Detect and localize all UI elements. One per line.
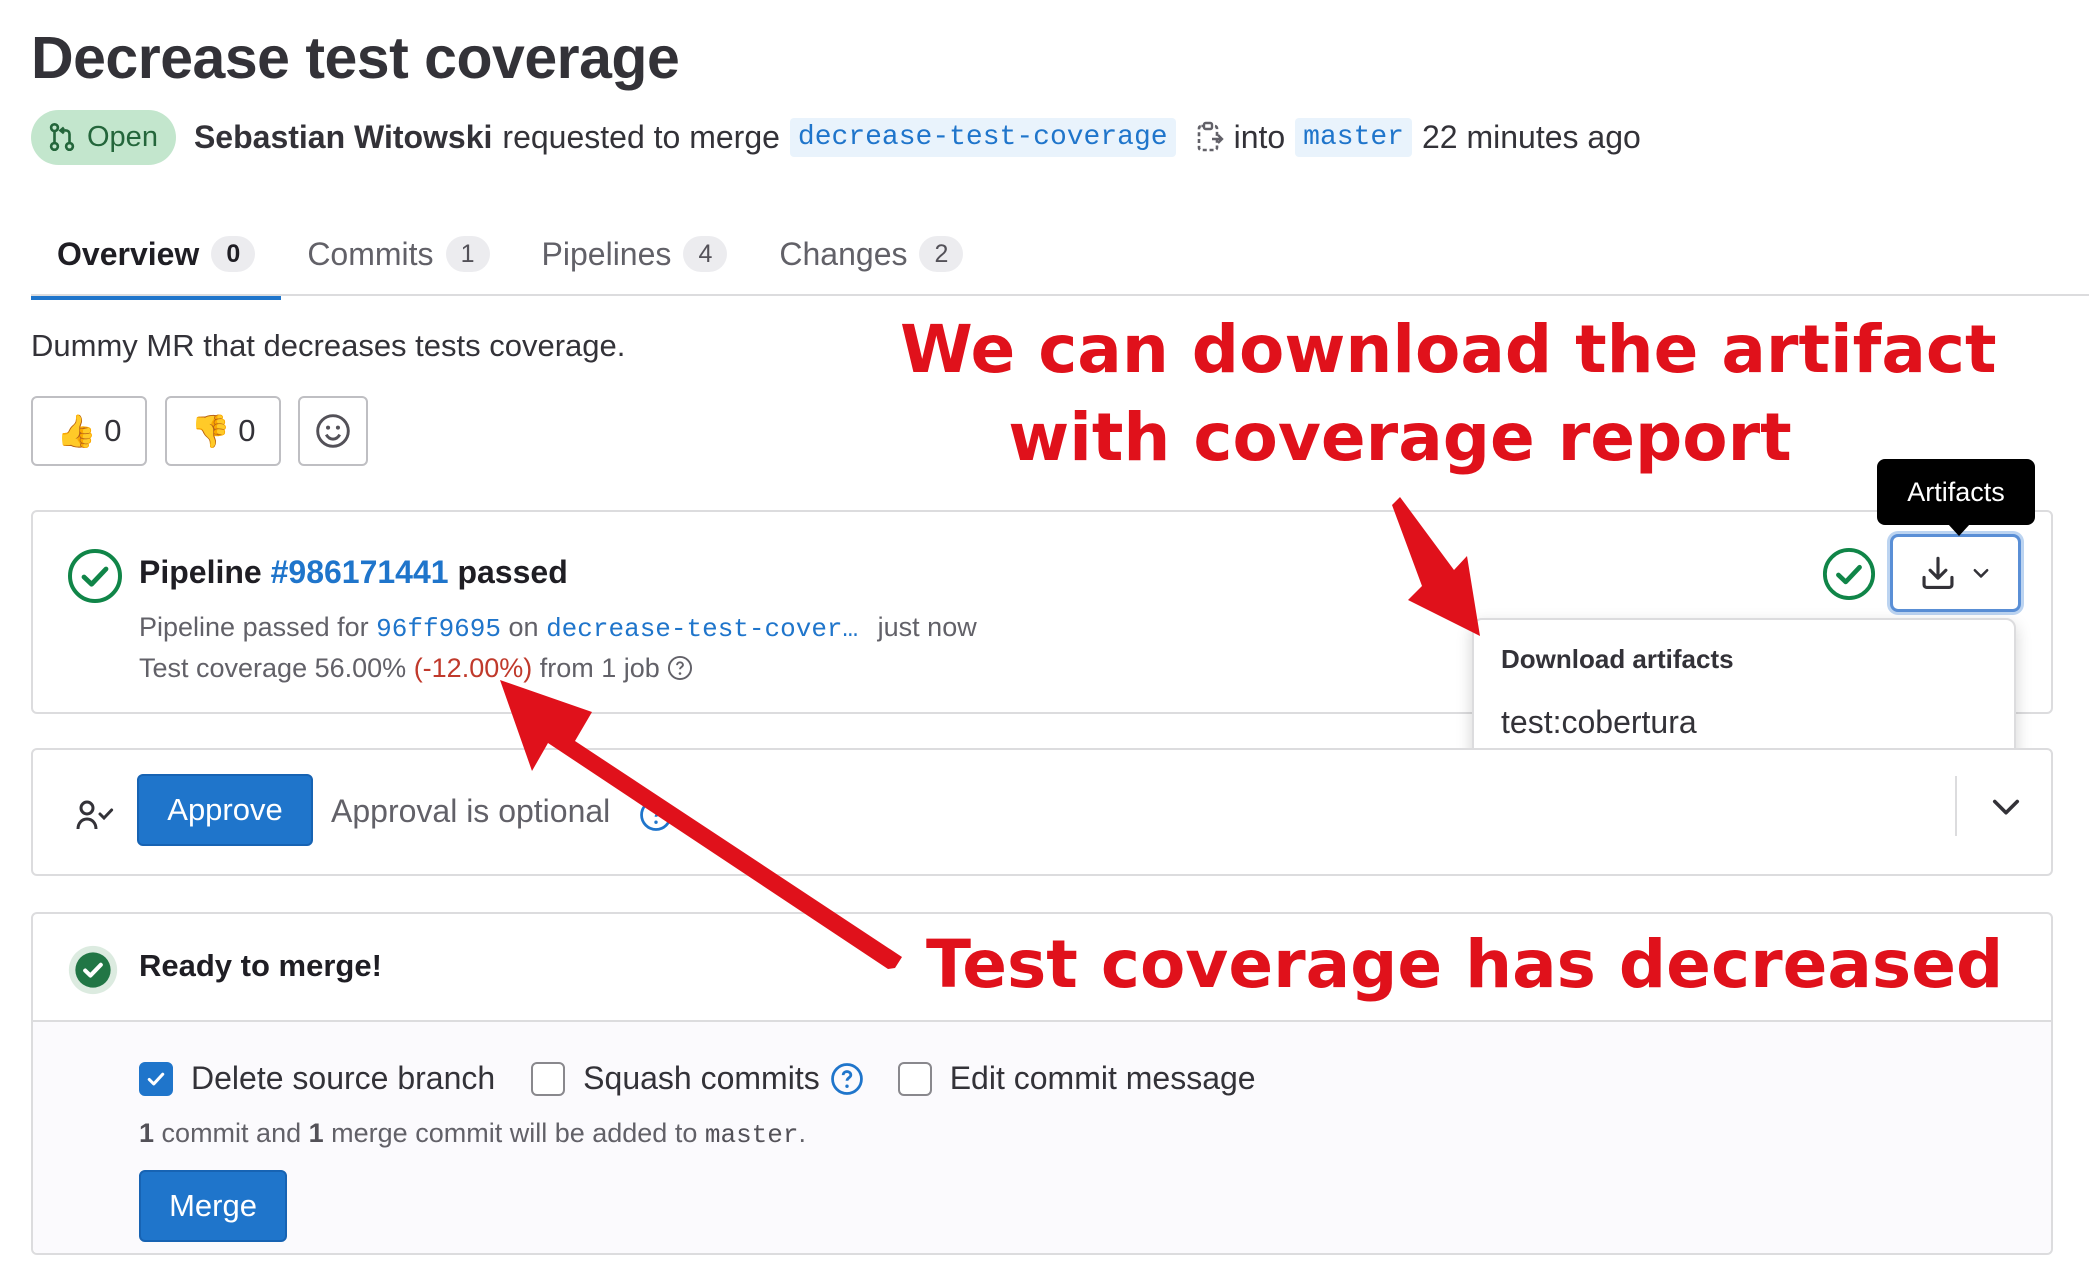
help-icon[interactable] <box>830 1062 864 1096</box>
tab-label: Overview <box>57 235 200 272</box>
coverage-line: Test coverage 56.00% (-12.00%) from 1 jo… <box>139 653 693 684</box>
tab-commits[interactable]: Commits 1 <box>281 212 515 296</box>
coverage-text: Test coverage 56.00% <box>139 653 407 683</box>
tab-pipelines[interactable]: Pipelines 4 <box>516 212 754 296</box>
mr-meta: Open Sebastian Witowski requested to mer… <box>31 109 1641 165</box>
page-title: Decrease test coverage <box>31 25 680 91</box>
into-text: into <box>1233 118 1286 155</box>
artifacts-dropdown: Download artifacts test:cobertura <box>1472 618 2016 766</box>
note-target-branch: master <box>704 1120 799 1150</box>
chevron-down-icon <box>1973 569 1988 578</box>
tab-count: 4 <box>683 236 728 272</box>
expand-chevron-icon[interactable] <box>1988 788 2024 829</box>
note-end: . <box>798 1118 806 1148</box>
tab-count: 0 <box>211 236 256 272</box>
approval-widget: Approve Approval is optional <box>31 748 2053 876</box>
annotation-line: with coverage report <box>1008 399 1792 476</box>
pipeline-title-prefix: Pipeline <box>139 554 262 590</box>
tab-changes[interactable]: Changes 2 <box>753 212 989 296</box>
pipeline-title: Pipeline #986171441 passed <box>139 554 568 591</box>
target-branch[interactable]: master <box>1295 117 1412 157</box>
merge-body: Delete source branch Squash commits Edit… <box>33 1022 2051 1253</box>
pipeline-id-link[interactable]: #986171441 <box>271 554 449 590</box>
ready-status-icon <box>67 944 119 1001</box>
approve-button[interactable]: Approve <box>137 774 313 846</box>
annotation-line: We can download the artifact <box>900 311 1997 388</box>
copy-branch-icon[interactable] <box>1196 121 1224 153</box>
status-badge: Open <box>31 109 176 165</box>
approval-help-icon[interactable] <box>639 798 673 837</box>
thumbs-up-count: 0 <box>104 413 122 448</box>
thumbs-down-icon: 👎 <box>190 413 231 449</box>
annotation-coverage-note: Test coverage has decreased <box>926 926 2004 1003</box>
merge-action-text: requested to merge <box>502 118 780 155</box>
edit-commit-message-label[interactable]: Edit commit message <box>950 1060 1256 1097</box>
coverage-delta: (-12.00%) <box>413 653 533 683</box>
pipeline-passed-icon[interactable] <box>67 548 123 609</box>
status-badge-label: Open <box>87 120 158 153</box>
delete-branch-checkbox[interactable] <box>139 1061 173 1096</box>
pipeline-title-suffix: passed <box>457 554 568 590</box>
artifact-item[interactable]: test:cobertura <box>1501 704 1697 741</box>
delete-branch-label[interactable]: Delete source branch <box>191 1060 495 1097</box>
tab-count: 2 <box>919 236 964 272</box>
add-reaction-button[interactable] <box>298 396 368 466</box>
pipeline-time: just now <box>877 612 977 642</box>
thumbs-down-count: 0 <box>238 413 256 448</box>
merge-button[interactable]: Merge <box>139 1170 287 1242</box>
smiley-icon <box>316 414 350 448</box>
merge-commit-note: 1 commit and 1 merge commit will be adde… <box>139 1118 806 1150</box>
pipeline-passed-text: Pipeline passed for <box>139 612 369 642</box>
tab-label: Commits <box>307 235 434 272</box>
tab-label: Pipelines <box>541 235 672 272</box>
tab-label: Changes <box>779 235 908 272</box>
thumbs-up-button[interactable]: 👍 0 <box>31 396 147 466</box>
annotation-artifact-note: We can download the artifact with covera… <box>900 306 1997 482</box>
author-link[interactable]: Sebastian Witowski <box>194 119 492 156</box>
download-icon <box>1921 556 1954 589</box>
approval-text: Approval is optional <box>331 793 611 829</box>
artifacts-tooltip: Artifacts <box>1877 459 2035 536</box>
tabs-divider <box>31 294 2089 296</box>
mr-description: Dummy MR that decreases tests coverage. <box>31 328 626 363</box>
thumbs-up-icon: 👍 <box>56 413 97 449</box>
mr-tabs: Overview 0 Commits 1 Pipelines 4 Changes 2 <box>31 212 989 300</box>
pipeline-branch-link[interactable]: decrease-test-cover… <box>546 614 858 644</box>
tab-overview[interactable]: Overview 0 <box>31 212 282 300</box>
artifacts-download-button[interactable] <box>1890 534 2021 612</box>
dropdown-header: Download artifacts <box>1501 644 1734 674</box>
help-icon[interactable] <box>667 655 693 681</box>
divider <box>1955 776 1957 836</box>
squash-commits-checkbox[interactable] <box>531 1061 566 1096</box>
check-icon <box>147 1072 165 1085</box>
tab-count: 1 <box>445 236 490 272</box>
coverage-from-text: from 1 job <box>539 653 660 683</box>
merge-commit-count: 1 <box>308 1118 324 1148</box>
merge-request-icon <box>49 122 75 152</box>
note-text: commit and <box>161 1118 302 1148</box>
merge-status-title: Ready to merge! <box>139 948 382 983</box>
time-ago: 22 minutes ago <box>1422 118 1641 155</box>
squash-commits-label[interactable]: Squash commits <box>583 1060 820 1097</box>
commit-sha-link[interactable]: 96ff9695 <box>376 614 501 644</box>
commit-count: 1 <box>139 1118 155 1148</box>
pipeline-details: Pipeline passed for 96ff9695 on decrease… <box>139 612 977 644</box>
source-branch[interactable]: decrease-test-coverage <box>789 117 1176 157</box>
pipeline-status-icon[interactable] <box>1822 547 1876 606</box>
on-text: on <box>508 612 539 642</box>
approvers-icon <box>75 798 115 840</box>
edit-commit-message-checkbox[interactable] <box>897 1061 932 1096</box>
thumbs-down-button[interactable]: 👎 0 <box>165 396 281 466</box>
note-text: merge commit will be added to <box>331 1118 698 1148</box>
merge-options: Delete source branch Squash commits Edit… <box>139 1060 1256 1097</box>
